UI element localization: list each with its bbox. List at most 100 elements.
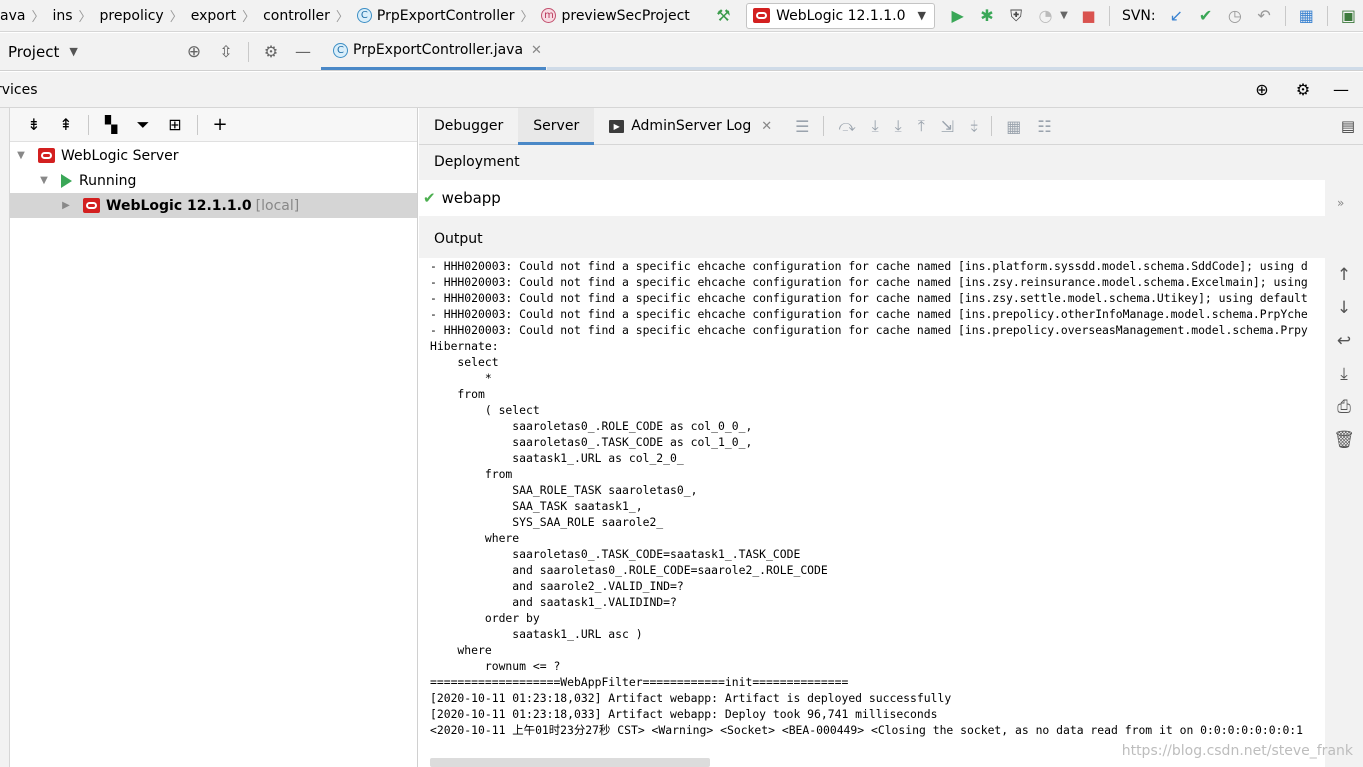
services-tree-pane: ⇟ ⇞ ▚ ⏷ ⊞ + ▼ WebLogic Server ▼ Running … — [10, 108, 418, 767]
collapse-all-icon[interactable]: ⇞ — [55, 114, 77, 136]
breadcrumb-item[interactable]: prepolicy 〉 — [100, 6, 191, 26]
force-step-into-icon[interactable]: ⤓ — [895, 116, 902, 136]
locate-icon[interactable]: ⊕ — [183, 41, 205, 63]
arrow-down-icon[interactable]: ↓ — [1337, 291, 1351, 324]
expand-panel-icon[interactable]: » — [1337, 196, 1344, 210]
chevron-right-icon: 〉 — [335, 10, 349, 25]
arrow-up-icon[interactable]: ↑ — [1337, 258, 1351, 291]
server-details-pane: Debugger Server ▶ AdminServer Log ✕ ☰ ⤼ … — [419, 107, 1363, 767]
project-panel-title[interactable]: Project ▼ — [0, 43, 178, 61]
tree-node-running[interactable]: ▼ Running — [10, 168, 417, 193]
toolbar-divider — [991, 116, 993, 136]
tree-node-weblogic-server[interactable]: ▼ WebLogic Server — [10, 143, 417, 168]
tree-toolbar: ⇟ ⇞ ▚ ⏷ ⊞ + — [10, 108, 417, 142]
collapse-all-icon[interactable]: ⇳ — [215, 41, 237, 63]
output-console[interactable]: - HHH020003: Could not find a specific e… — [419, 258, 1325, 767]
locate-icon[interactable]: ⊕ — [1251, 79, 1273, 101]
group-by-icon[interactable]: ▚ — [100, 114, 122, 136]
expand-toggle-icon[interactable]: ▼ — [14, 150, 28, 161]
step-into-icon[interactable]: ⤓ — [872, 116, 879, 136]
deployment-list: ✔ webapp — [419, 180, 1325, 216]
left-tool-gutter — [0, 108, 10, 767]
breadcrumb-method[interactable]: m previewSecProject — [541, 8, 690, 24]
drop-frame-icon[interactable]: ⇲ — [941, 117, 954, 136]
method-icon: m — [541, 8, 557, 23]
expand-toggle-icon[interactable]: ▼ — [37, 175, 51, 186]
trace-icon[interactable]: ☷ — [1037, 117, 1051, 136]
debug-icon[interactable]: ✱ — [977, 5, 996, 27]
chevron-right-icon: 〉 — [169, 10, 183, 25]
close-icon[interactable]: ✕ — [761, 119, 772, 134]
run-icon[interactable]: ▶ — [948, 5, 967, 27]
class-icon: C — [356, 8, 372, 23]
filter-icon[interactable]: ⏷ — [132, 114, 154, 136]
svn-update-icon[interactable]: ↙ — [1167, 5, 1186, 27]
profile-icon[interactable]: ◔ — [1036, 5, 1055, 27]
server-tab-bar: Debugger Server ▶ AdminServer Log ✕ ☰ ⤼ … — [419, 107, 1363, 145]
close-icon[interactable]: ✕ — [531, 43, 542, 58]
breadcrumb-item[interactable]: ava 〉 — [0, 6, 52, 26]
run-with-coverage-icon[interactable]: ⛨ — [1007, 5, 1026, 27]
editor-tab[interactable]: C PrpExportController.java ✕ — [321, 33, 546, 70]
deployment-item[interactable]: webapp — [442, 189, 501, 207]
chevron-right-icon: 〉 — [242, 10, 256, 25]
output-label: Output — [434, 231, 483, 247]
class-icon: C — [333, 42, 348, 58]
toolbar-divider — [1284, 5, 1286, 26]
menu-icon[interactable]: ☰ — [795, 117, 809, 136]
add-icon[interactable]: + — [209, 114, 231, 136]
breadcrumb-item[interactable]: ins 〉 — [52, 6, 99, 26]
toolbar-divider — [1109, 5, 1110, 26]
toolbar-divider — [823, 116, 825, 136]
print-icon[interactable]: ⎙ — [1337, 390, 1351, 423]
output-text: - HHH020003: Could not find a specific e… — [430, 259, 1308, 737]
layout-icon[interactable]: ▤ — [1341, 117, 1355, 135]
breadcrumb-item[interactable]: export 〉 — [191, 6, 263, 26]
step-out-icon[interactable]: ⤒ — [918, 116, 925, 136]
history-icon[interactable]: ◷ — [1225, 5, 1244, 27]
evaluate-icon[interactable]: ▦ — [1006, 117, 1021, 136]
running-icon — [61, 173, 72, 188]
chevron-down-icon: ▼ — [917, 9, 926, 22]
soft-wrap-icon[interactable]: ↩ — [1337, 324, 1351, 357]
trash-icon[interactable]: 🗑 — [1333, 423, 1355, 456]
tool-window-header: Project ▼ ⊕ ⇳ ⚙ — C PrpExportController.… — [0, 33, 1363, 71]
scroll-to-end-icon[interactable]: ⤓ — [1340, 357, 1348, 390]
run-configuration-select[interactable]: WebLogic 12.1.1.0 ▼ — [746, 2, 935, 29]
new-tab-icon[interactable]: ⊞ — [164, 114, 186, 136]
hammer-icon[interactable]: ⚒ — [714, 5, 733, 27]
navigation-bar: ava 〉 ins 〉 prepolicy 〉 export 〉 controller 〉… — [0, 0, 1363, 32]
editor-area-strip — [547, 67, 1363, 70]
tab-adminserver-log[interactable]: ▶ AdminServer Log ✕ — [594, 108, 787, 145]
minimize-icon[interactable]: — — [1330, 79, 1352, 101]
watermark: https://blog.csdn.net/steve_frank — [1121, 743, 1353, 759]
toolbar-divider — [197, 114, 198, 135]
project-structure-icon[interactable]: ▦ — [1297, 5, 1316, 27]
expand-all-icon[interactable]: ⇟ — [23, 114, 45, 136]
toolbar-divider — [88, 114, 89, 135]
chevron-right-icon: 〉 — [31, 10, 45, 25]
chevron-down-icon[interactable]: ▼ — [1060, 10, 1068, 21]
tab-debugger[interactable]: Debugger — [419, 108, 518, 145]
run-to-cursor-icon[interactable]: ⤈ — [970, 116, 977, 136]
minimize-icon[interactable]: — — [292, 41, 314, 63]
tree-node-weblogic-instance[interactable]: ▶ WebLogic 12.1.1.0 [local] — [10, 193, 417, 218]
collapsed-toggle-icon[interactable]: ▶ — [59, 200, 73, 211]
revert-icon[interactable]: ↶ — [1254, 5, 1273, 27]
chevron-down-icon: ▼ — [69, 45, 78, 58]
breadcrumb-item[interactable]: controller 〉 — [263, 6, 357, 26]
tab-server[interactable]: Server — [518, 107, 595, 145]
toolbar-divider — [248, 41, 249, 62]
gear-icon[interactable]: ⚙ — [1292, 79, 1314, 101]
step-over-icon[interactable]: ⤼ — [838, 116, 855, 136]
weblogic-icon — [753, 8, 771, 23]
stop-icon[interactable]: ■ — [1079, 5, 1098, 27]
svn-commit-icon[interactable]: ✔ — [1196, 5, 1215, 27]
services-header: rvices ⊕ ⚙ — — [0, 72, 1363, 108]
deployment-label: Deployment — [434, 154, 520, 170]
services-title: rvices — [0, 81, 38, 98]
gear-icon[interactable]: ⚙ — [260, 41, 282, 63]
breadcrumb-class[interactable]: C PrpExportController 〉 — [356, 6, 542, 25]
horizontal-scrollbar[interactable] — [430, 758, 710, 767]
terminal-icon[interactable]: ▣ — [1339, 5, 1358, 27]
